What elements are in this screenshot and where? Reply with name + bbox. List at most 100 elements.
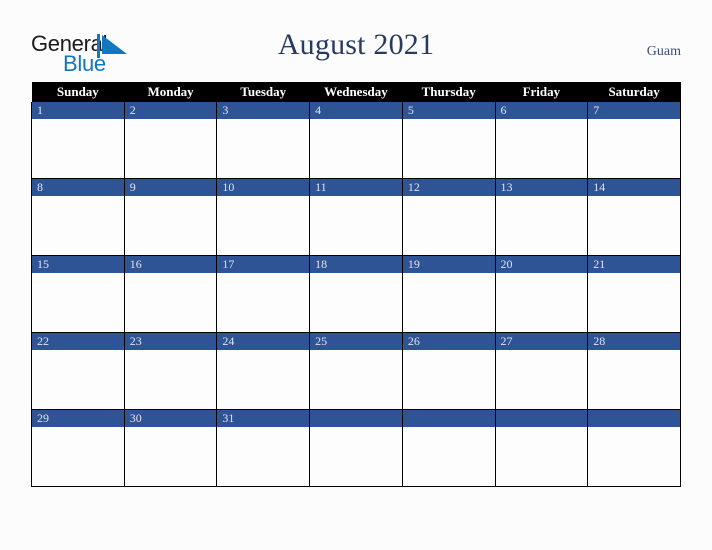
day-note-area[interactable] [402, 119, 495, 178]
day-number: 29 [32, 410, 124, 427]
weekday-header-tuesday: Tuesday [216, 82, 310, 102]
day-number: 9 [124, 179, 217, 196]
day-note-area[interactable] [588, 196, 680, 255]
day-note-area[interactable] [217, 119, 310, 178]
day-note-area[interactable] [495, 119, 588, 178]
calendar-day-cell-empty[interactable] [494, 409, 589, 487]
day-number: 18 [310, 256, 402, 273]
day-note-area[interactable] [32, 196, 124, 255]
calendar-day-cell-11[interactable]: 11 [309, 178, 403, 256]
calendar-day-cell-23[interactable]: 23 [123, 332, 218, 410]
day-note-area[interactable] [588, 427, 680, 486]
day-note-area[interactable] [588, 119, 680, 178]
calendar-table: Sunday Monday Tuesday Wednesday Thursday Frid… [31, 82, 681, 487]
day-number: 19 [402, 256, 495, 273]
day-note-area[interactable] [217, 196, 310, 255]
calendar-day-cell-14[interactable]: 14 [587, 178, 681, 256]
calendar-day-cell-28[interactable]: 28 [587, 332, 681, 410]
weekday-header-friday: Friday [495, 82, 588, 102]
day-note-area[interactable] [402, 196, 495, 255]
day-note-area[interactable] [495, 427, 588, 486]
day-number: 23 [124, 333, 217, 350]
day-note-area[interactable] [495, 196, 588, 255]
day-number: 10 [217, 179, 310, 196]
page-header: General Blue August 2021 Guam [0, 0, 712, 82]
day-note-area[interactable] [124, 427, 217, 486]
calendar-day-cell-6[interactable]: 6 [494, 102, 589, 179]
calendar-day-cell-18[interactable]: 18 [309, 255, 403, 333]
calendar-day-cell-empty[interactable] [401, 409, 496, 487]
day-note-area[interactable] [217, 350, 310, 409]
calendar-day-cell-25[interactable]: 25 [309, 332, 403, 410]
day-note-area[interactable] [124, 350, 217, 409]
day-number: 4 [310, 102, 402, 119]
calendar-day-cell-15[interactable]: 15 [31, 255, 125, 333]
calendar-day-cell-8[interactable]: 8 [31, 178, 125, 256]
calendar-day-cell-13[interactable]: 13 [494, 178, 589, 256]
day-note-area[interactable] [495, 350, 588, 409]
calendar-day-cell-12[interactable]: 12 [401, 178, 496, 256]
calendar-day-cell-3[interactable]: 3 [216, 102, 311, 179]
calendar-day-cell-17[interactable]: 17 [216, 255, 311, 333]
day-number: 17 [217, 256, 310, 273]
calendar-day-cell-1[interactable]: 1 [31, 102, 125, 179]
day-note-area[interactable] [588, 273, 680, 332]
calendar-day-cell-27[interactable]: 27 [494, 332, 589, 410]
day-number: 11 [310, 179, 402, 196]
day-note-area[interactable] [310, 427, 402, 486]
calendar-week-row: 29 30 31 [31, 409, 681, 487]
day-note-area[interactable] [124, 273, 217, 332]
calendar-day-cell-30[interactable]: 30 [123, 409, 218, 487]
day-number [588, 410, 680, 427]
calendar-day-cell-16[interactable]: 16 [123, 255, 218, 333]
day-note-area[interactable] [124, 119, 217, 178]
calendar-day-cell-2[interactable]: 2 [123, 102, 218, 179]
calendar-day-cell-21[interactable]: 21 [587, 255, 681, 333]
day-number: 1 [32, 102, 124, 119]
day-number [495, 410, 588, 427]
day-note-area[interactable] [495, 273, 588, 332]
calendar-day-cell-26[interactable]: 26 [401, 332, 496, 410]
weekday-header-monday: Monday [124, 82, 217, 102]
day-note-area[interactable] [588, 350, 680, 409]
day-note-area[interactable] [310, 119, 402, 178]
day-note-area[interactable] [124, 196, 217, 255]
calendar-day-cell-24[interactable]: 24 [216, 332, 311, 410]
day-number: 2 [124, 102, 217, 119]
calendar-day-cell-4[interactable]: 4 [309, 102, 403, 179]
calendar-day-cell-empty[interactable] [309, 409, 403, 487]
calendar-day-cell-5[interactable]: 5 [401, 102, 496, 179]
day-note-area[interactable] [310, 273, 402, 332]
day-note-area[interactable] [310, 350, 402, 409]
day-number [402, 410, 495, 427]
calendar-day-cell-31[interactable]: 31 [216, 409, 311, 487]
calendar-day-cell-10[interactable]: 10 [216, 178, 311, 256]
day-note-area[interactable] [32, 350, 124, 409]
calendar-day-cell-9[interactable]: 9 [123, 178, 218, 256]
calendar-day-cell-7[interactable]: 7 [587, 102, 681, 179]
day-note-area[interactable] [402, 427, 495, 486]
calendar-day-cell-22[interactable]: 22 [31, 332, 125, 410]
day-note-area[interactable] [32, 119, 124, 178]
calendar-week-row: 22 23 24 25 26 27 28 [31, 332, 681, 410]
day-number: 16 [124, 256, 217, 273]
day-note-area[interactable] [32, 273, 124, 332]
day-number: 12 [402, 179, 495, 196]
day-number: 31 [217, 410, 310, 427]
calendar-body: 1 2 3 4 5 6 7 8 9 10 11 12 13 14 15 16 17 18 19 20 21 22 23 24 2… [31, 102, 681, 487]
calendar-day-cell-empty[interactable] [587, 409, 681, 487]
day-note-area[interactable] [32, 427, 124, 486]
day-note-area[interactable] [402, 273, 495, 332]
calendar-day-cell-20[interactable]: 20 [494, 255, 589, 333]
weekday-header-thursday: Thursday [402, 82, 496, 102]
day-note-area[interactable] [217, 427, 310, 486]
calendar-day-cell-19[interactable]: 19 [401, 255, 496, 333]
day-number: 24 [217, 333, 310, 350]
day-note-area[interactable] [217, 273, 310, 332]
day-note-area[interactable] [310, 196, 402, 255]
day-note-area[interactable] [402, 350, 495, 409]
weekday-header-wednesday: Wednesday [309, 82, 403, 102]
day-number: 13 [495, 179, 588, 196]
calendar-day-cell-29[interactable]: 29 [31, 409, 125, 487]
day-number: 7 [588, 102, 680, 119]
